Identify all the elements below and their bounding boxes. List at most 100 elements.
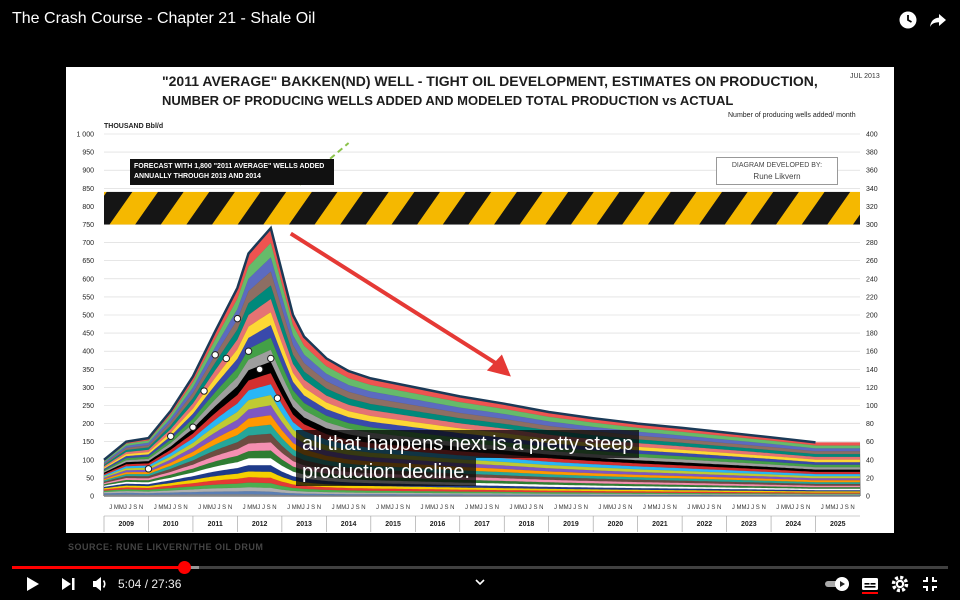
chevron-down-icon[interactable] bbox=[472, 572, 488, 592]
y-tick-label: 100 bbox=[82, 457, 94, 464]
x-month-label: J MMJ J S N bbox=[465, 505, 499, 511]
closed-caption: all that happens next is a pretty steep … bbox=[296, 430, 640, 486]
y2-tick-label: 240 bbox=[866, 276, 878, 283]
settings-gear-icon[interactable] bbox=[890, 574, 910, 594]
x-year-label: 2014 bbox=[341, 521, 357, 528]
y2-tick-label: 280 bbox=[866, 240, 878, 247]
x-year-label: 2015 bbox=[385, 521, 401, 528]
y2-tick-label: 360 bbox=[866, 168, 878, 175]
y2-tick-label: 260 bbox=[866, 258, 878, 265]
y-tick-label: 550 bbox=[82, 294, 94, 301]
y-tick-label: 400 bbox=[82, 349, 94, 356]
caption-line2: production decline. bbox=[296, 458, 476, 486]
actual-data-point bbox=[267, 354, 275, 363]
actual-data-point bbox=[255, 365, 264, 373]
decline-arrow bbox=[289, 231, 501, 368]
y-tick-label: 700 bbox=[82, 240, 94, 247]
y2-tick-label: 320 bbox=[866, 204, 878, 211]
credit-author: Rune Likvern bbox=[753, 172, 801, 181]
y-tick-label: 650 bbox=[82, 258, 94, 265]
y2-tick-label: 80 bbox=[866, 421, 874, 428]
x-year-label: 2019 bbox=[563, 521, 579, 528]
forecast-note: FORECAST WITH 1,800 "2011 AVERAGE" WELLS… bbox=[130, 159, 334, 185]
x-month-label: J MMJ J S N bbox=[598, 505, 632, 511]
y-tick-label: 600 bbox=[82, 276, 94, 283]
y-tick-label: 250 bbox=[82, 403, 94, 410]
y2-tick-label: 20 bbox=[866, 475, 874, 482]
y-tick-label: 500 bbox=[82, 313, 94, 320]
actual-data-point bbox=[233, 314, 242, 323]
y-tick-label: 450 bbox=[82, 331, 94, 338]
volume-icon[interactable] bbox=[90, 574, 110, 594]
x-month-label: J MMJ J S N bbox=[109, 505, 143, 511]
x-year-label: 2022 bbox=[697, 521, 713, 528]
progress-bar[interactable] bbox=[12, 561, 948, 574]
x-month-label: J MMJ J S N bbox=[198, 505, 232, 511]
next-icon[interactable] bbox=[58, 574, 78, 594]
y2-tick-label: 140 bbox=[866, 367, 878, 374]
y2-tick-label: 340 bbox=[866, 186, 878, 193]
credit-box: DIAGRAM DEVELOPED BY: Rune Likvern bbox=[716, 157, 838, 185]
y2-tick-label: 100 bbox=[866, 403, 878, 410]
x-month-label: J MMJ J S N bbox=[421, 505, 455, 511]
y-tick-label: 200 bbox=[82, 421, 94, 428]
y-tick-label: 850 bbox=[82, 186, 94, 193]
actual-data-point bbox=[222, 354, 230, 363]
y2-tick-label: 200 bbox=[866, 313, 878, 320]
y-tick-label: 1 000 bbox=[76, 132, 94, 139]
y2-tick-label: 180 bbox=[866, 331, 878, 338]
credit-label: DIAGRAM DEVELOPED BY: bbox=[731, 162, 823, 169]
x-month-label: J MMJ J S N bbox=[732, 505, 766, 511]
y-tick-label: 350 bbox=[82, 367, 94, 374]
y-tick-label: 750 bbox=[82, 222, 94, 229]
y2-tick-label: 40 bbox=[866, 457, 874, 464]
x-year-label: 2009 bbox=[118, 521, 134, 528]
autoplay-toggle-icon[interactable] bbox=[824, 574, 852, 594]
scrubber-handle[interactable] bbox=[178, 561, 192, 574]
x-year-label: 2017 bbox=[474, 521, 490, 528]
y-tick-label: 300 bbox=[82, 385, 94, 392]
clock-icon[interactable] bbox=[898, 10, 918, 30]
source-note: SOURCE: RUNE LIKVERN/THE OIL DRUM bbox=[68, 542, 264, 552]
x-month-label: J MMJ J S N bbox=[154, 505, 188, 511]
x-month-label: J MMJ J S N bbox=[776, 505, 810, 511]
actual-data-point bbox=[273, 394, 282, 402]
x-year-label: 2025 bbox=[830, 521, 846, 528]
actual-data-point bbox=[189, 423, 197, 431]
x-year-label: 2018 bbox=[519, 521, 535, 528]
subtitles-icon[interactable] bbox=[860, 574, 880, 594]
x-month-label: J MMJ J S N bbox=[821, 505, 855, 511]
actual-data-point bbox=[244, 347, 253, 355]
y2-tick-label: 0 bbox=[866, 494, 870, 501]
y-tick-label: 950 bbox=[82, 150, 94, 157]
x-month-label: J MMJ J S N bbox=[376, 505, 410, 511]
x-year-label: 2013 bbox=[296, 521, 312, 528]
share-icon[interactable] bbox=[928, 10, 948, 30]
x-year-label: 2011 bbox=[208, 521, 223, 528]
caption-line1: all that happens next is a pretty steep bbox=[296, 430, 640, 458]
x-year-label: 2021 bbox=[652, 521, 668, 528]
x-year-label: 2016 bbox=[430, 521, 446, 528]
actual-data-point bbox=[144, 465, 153, 473]
y2-tick-label: 380 bbox=[866, 150, 878, 157]
y2-tick-label: 60 bbox=[866, 439, 874, 446]
x-month-label: J MMJ J S N bbox=[243, 505, 277, 511]
x-year-label: 2023 bbox=[741, 521, 757, 528]
play-icon[interactable] bbox=[22, 574, 42, 594]
actual-data-point bbox=[200, 387, 208, 395]
x-month-label: J MMJ J S N bbox=[687, 505, 721, 511]
hazard-stripe bbox=[104, 191, 860, 225]
y2-tick-label: 120 bbox=[866, 385, 878, 392]
exit-fullscreen-icon[interactable] bbox=[920, 574, 940, 594]
time-display: 5:04 / 27:36 bbox=[118, 577, 182, 591]
video-title[interactable]: The Crash Course - Chapter 21 - Shale Oi… bbox=[12, 10, 315, 28]
y-tick-label: 0 bbox=[90, 494, 94, 501]
x-month-label: J MMJ J S N bbox=[643, 505, 677, 511]
y-tick-label: 150 bbox=[82, 439, 94, 446]
x-month-label: J MMJ J S N bbox=[287, 505, 321, 511]
y2-tick-label: 220 bbox=[866, 294, 878, 301]
x-month-label: J MMJ J S N bbox=[332, 505, 366, 511]
y2-tick-label: 400 bbox=[866, 132, 878, 139]
x-year-label: 2010 bbox=[163, 521, 179, 528]
x-month-label: J MMJ J S N bbox=[554, 505, 588, 511]
